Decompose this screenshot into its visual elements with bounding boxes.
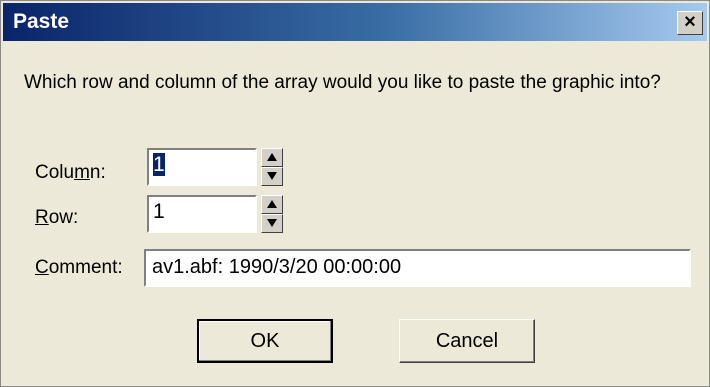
column-spin-up-button[interactable] — [261, 148, 283, 167]
row-spin-up-button[interactable] — [261, 195, 283, 214]
comment-label: Comment: — [35, 257, 123, 279]
row-input[interactable]: 1 — [147, 195, 257, 233]
row-label-accel: R — [35, 207, 49, 228]
comment-label-accel: C — [35, 257, 49, 278]
column-label-post: n: — [89, 162, 106, 183]
column-spinner[interactable] — [261, 148, 283, 186]
column-label-pre: Colu — [35, 162, 75, 183]
column-label-accel: m — [74, 162, 90, 183]
row-spin-down-button[interactable] — [261, 214, 283, 233]
column-spin-down-button[interactable] — [261, 167, 283, 186]
row-value: 1 — [153, 200, 165, 223]
ok-button[interactable]: OK — [197, 319, 333, 363]
prompt-text: Which row and column of the array would … — [24, 72, 661, 93]
comment-value: av1.abf: 1990/3/20 00:00:00 — [152, 256, 402, 278]
comment-input[interactable]: av1.abf: 1990/3/20 00:00:00 — [144, 249, 691, 287]
comment-label-post: omment: — [48, 257, 123, 278]
cancel-button[interactable]: Cancel — [399, 319, 535, 363]
window-title: Paste — [13, 10, 70, 33]
close-icon: × — [684, 11, 696, 33]
column-label: Column: — [35, 162, 106, 184]
paste-dialog: Paste × Which row and column of the arra… — [0, 0, 710, 387]
row-label-post: ow: — [48, 207, 79, 228]
spin-up-icon — [267, 153, 277, 161]
row-spinner[interactable] — [261, 195, 283, 233]
column-value: 1 — [153, 153, 165, 176]
close-button[interactable]: × — [677, 11, 703, 35]
title-bar[interactable]: Paste × — [3, 3, 707, 41]
spin-down-icon — [267, 172, 277, 180]
spin-down-icon — [267, 219, 277, 227]
spin-up-icon — [267, 200, 277, 208]
column-input[interactable]: 1 — [147, 148, 257, 186]
row-label: Row: — [35, 207, 78, 229]
